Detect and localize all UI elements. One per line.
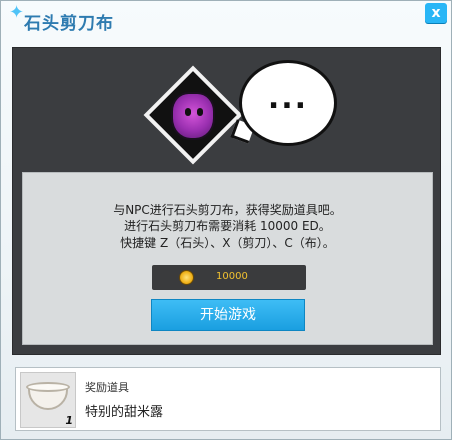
npc-monster-icon — [171, 92, 215, 140]
cost-display: 10000 — [152, 265, 306, 290]
close-icon: x — [431, 5, 441, 21]
cost-value: 10000 — [216, 271, 248, 282]
speech-text: ... — [267, 81, 309, 116]
info-box: 与NPC进行石头剪刀布，获得奖励道具吧。 进行石头剪刀布需要消耗 10000 E… — [22, 172, 433, 345]
reward-item-panel: 1 奖励道具 特别的甜米露 — [15, 367, 441, 431]
rps-window: ✦ 石头剪刀布 x ... 与NPC进行石头剪刀布，获得奖励道具吧。 进行石头剪… — [0, 0, 452, 440]
monster-eye-right — [197, 108, 203, 116]
npc-illustration: ... — [141, 58, 341, 178]
game-panel: ... 与NPC进行石头剪刀布，获得奖励道具吧。 进行石头剪刀布需要消耗 100… — [12, 47, 441, 355]
reward-item-name: 特别的甜米露 — [85, 405, 164, 420]
sparkle-icon: ✦ — [9, 2, 25, 23]
info-line-3: 快捷键 Z（石头）、X（剪刀）、C（布）。 — [120, 236, 335, 250]
info-line-1: 与NPC进行石头剪刀布，获得奖励道具吧。 — [113, 203, 342, 217]
coin-icon — [179, 270, 194, 285]
monster-eye-left — [185, 108, 191, 116]
reward-item-slot[interactable]: 1 — [20, 372, 76, 428]
info-line-2: 进行石头剪刀布需要消耗 10000 ED。 — [124, 219, 331, 233]
window-title: 石头剪刀布 — [24, 14, 114, 34]
bowl-rim — [26, 382, 70, 392]
reward-label: 奖励道具 — [85, 381, 129, 394]
speech-bubble: ... — [239, 60, 337, 146]
title-bar[interactable]: ✦ 石头剪刀布 x — [1, 1, 451, 39]
close-button[interactable]: x — [425, 3, 447, 23]
item-quantity: 1 — [65, 414, 73, 427]
start-game-button[interactable]: 开始游戏 — [151, 299, 305, 331]
